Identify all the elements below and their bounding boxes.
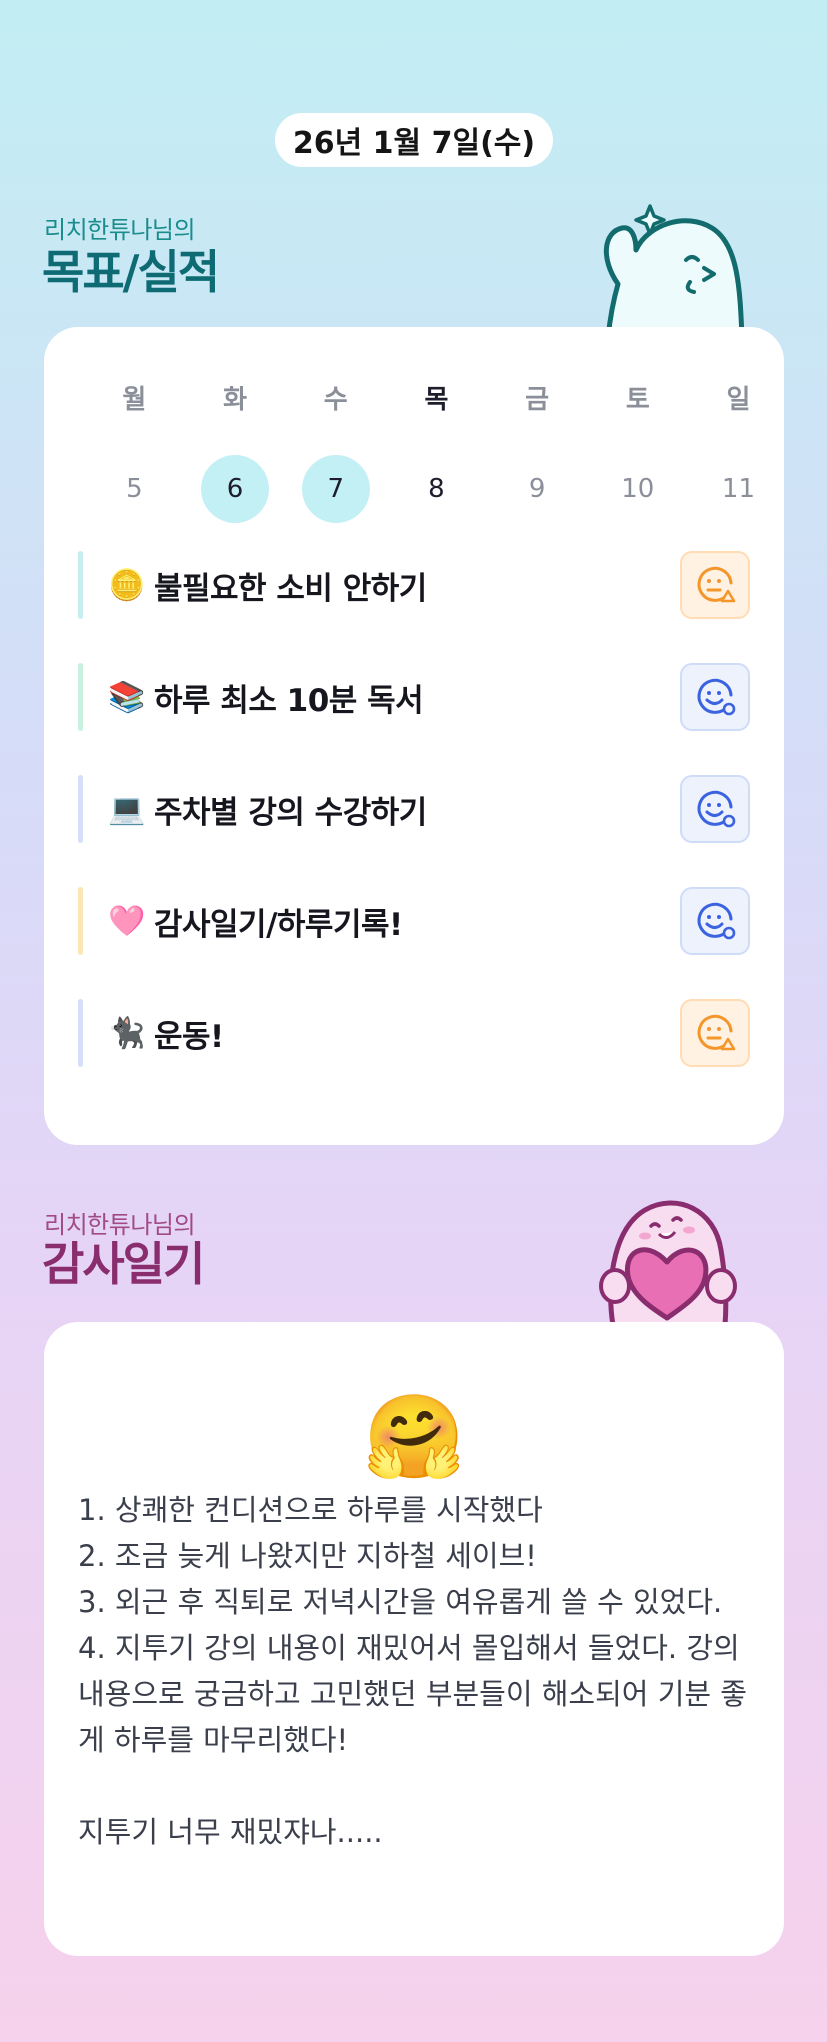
goal-color-bar — [78, 551, 83, 619]
day-name-tue: 화 — [223, 384, 247, 415]
goal-item[interactable]: 🩷 감사일기/하루기록! — [78, 887, 750, 955]
goal-color-bar — [78, 775, 83, 843]
goal-item[interactable]: 💻 주차별 강의 수강하기 — [78, 775, 750, 843]
goal-status-button[interactable] — [680, 887, 750, 955]
goal-item[interactable]: 🐈‍⬛ 운동! — [78, 999, 750, 1067]
week-calendar: 월 화 수 목 금 토 일 5 6 7 8 9 10 11 — [84, 377, 789, 523]
goal-label: 운동! — [154, 1018, 224, 1055]
goal-status-button[interactable] — [680, 999, 750, 1067]
day-9[interactable]: 9 — [487, 455, 588, 523]
week-day-numbers: 5 6 7 8 9 10 11 — [84, 455, 789, 523]
diary-text: 1. 상쾌한 컨디션으로 하루를 시작했다 2. 조금 늦게 나왔지만 지하철 … — [78, 1493, 747, 1849]
date-label: 26년 1월 7일(수) — [292, 126, 536, 161]
day-11[interactable]: 11 — [688, 455, 789, 523]
diary-section-title: 감사일기 — [42, 1237, 205, 1291]
day-8[interactable]: 8 — [386, 455, 487, 523]
day-5[interactable]: 5 — [84, 455, 185, 523]
diary-card: 🤗 1. 상쾌한 컨디션으로 하루를 시작했다 2. 조금 늦게 나왔지만 지하… — [44, 1322, 784, 1956]
goal-color-bar — [78, 999, 83, 1067]
goals-section-title: 목표/실적 — [42, 245, 220, 299]
date-badge: 26년 1월 7일(수) — [275, 113, 553, 167]
goal-item[interactable]: 📚 하루 최소 10분 독서 — [78, 663, 750, 731]
goal-list: 🪙 불필요한 소비 안하기 📚 하루 최소 10분 독서 💻 주차별 강의 수강… — [78, 551, 750, 1111]
goal-status-button[interactable] — [680, 663, 750, 731]
goal-color-bar — [78, 887, 83, 955]
goals-card: 월 화 수 목 금 토 일 5 6 7 8 9 10 11 🪙 불필요한 소비 … — [44, 327, 784, 1145]
ghost-mascot-icon — [603, 204, 745, 338]
face-warning-icon — [697, 1014, 736, 1051]
day-6[interactable]: 6 — [185, 455, 286, 523]
day-10[interactable]: 10 — [587, 455, 688, 523]
day-name-fri: 금 — [525, 384, 550, 415]
goal-status-button[interactable] — [680, 551, 750, 619]
hugging-face-icon: 🤗 — [362, 1390, 466, 1485]
day-name-sun: 일 — [726, 384, 751, 415]
goal-label: 주차별 강의 수강하기 — [154, 794, 427, 831]
goal-item[interactable]: 🪙 불필요한 소비 안하기 — [78, 551, 750, 619]
black-cat-icon: 🐈‍⬛ — [108, 1015, 146, 1051]
coin-icon: 🪙 — [108, 567, 146, 603]
goal-label: 감사일기/하루기록! — [154, 906, 403, 943]
day-name-mon: 월 — [122, 384, 147, 415]
face-warning-icon — [697, 566, 736, 603]
face-good-icon — [697, 902, 736, 940]
day-name-thu: 목 — [424, 384, 449, 415]
day-name-wed: 수 — [323, 384, 348, 415]
heart-icon: 🩷 — [108, 903, 146, 939]
goal-label: 불필요한 소비 안하기 — [154, 570, 427, 607]
face-good-icon — [697, 790, 736, 828]
laptop-icon: 💻 — [108, 791, 146, 827]
day-7[interactable]: 7 — [285, 455, 386, 523]
goal-label: 하루 최소 10분 독서 — [154, 682, 424, 719]
week-day-names: 월 화 수 목 금 토 일 — [84, 377, 789, 417]
day-name-sat: 토 — [625, 384, 650, 415]
goal-status-button[interactable] — [680, 775, 750, 843]
pink-ghost-heart-mascot-icon — [599, 1200, 737, 1325]
goal-color-bar — [78, 663, 83, 731]
face-good-icon — [697, 678, 736, 716]
books-icon: 📚 — [108, 679, 146, 715]
